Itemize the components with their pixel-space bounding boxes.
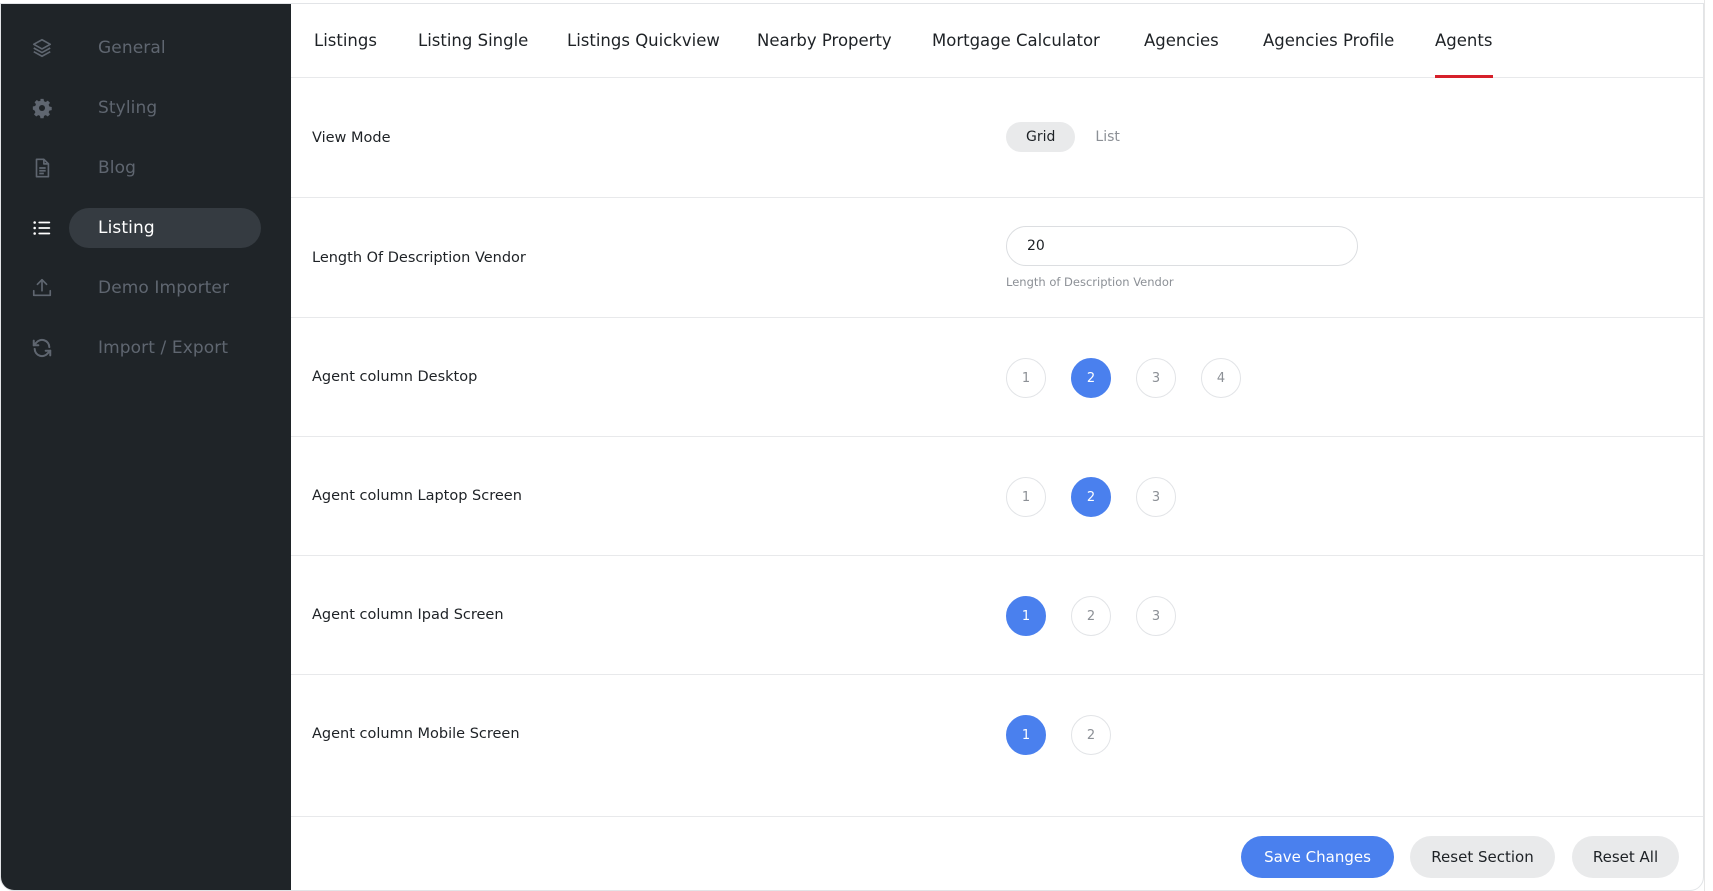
- tab-listings[interactable]: Listings: [314, 31, 377, 50]
- sidebar-item-general[interactable]: General: [1, 28, 291, 68]
- view-mode-list-button[interactable]: List: [1091, 122, 1123, 152]
- tab-mortgage-calculator[interactable]: Mortgage Calculator: [932, 31, 1100, 50]
- sidebar-item-styling[interactable]: Styling: [1, 88, 291, 128]
- laptop-column-option-3[interactable]: 3: [1136, 477, 1176, 517]
- sidebar-item-listing[interactable]: Listing: [1, 208, 291, 248]
- agent-column-ipad-row: Agent column Ipad Screen 1 2 3: [291, 556, 1703, 675]
- desktop-column-option-4[interactable]: 4: [1201, 358, 1241, 398]
- sidebar-item-label: Listing: [98, 218, 155, 238]
- view-mode-label: View Mode: [312, 130, 391, 146]
- sidebar-item-label: Blog: [98, 158, 136, 178]
- tab-agencies[interactable]: Agencies: [1144, 31, 1219, 50]
- description-length-hint: Length of Description Vendor: [1006, 275, 1174, 289]
- tab-listing-single[interactable]: Listing Single: [418, 31, 528, 50]
- options-panel: General Styling Blog Listing Demo Import…: [0, 3, 1704, 891]
- sidebar-item-blog[interactable]: Blog: [1, 148, 291, 188]
- mobile-column-option-1[interactable]: 1: [1006, 715, 1046, 755]
- agent-column-laptop-label: Agent column Laptop Screen: [312, 488, 522, 504]
- sidebar-item-label: Styling: [98, 98, 158, 118]
- mobile-column-option-2[interactable]: 2: [1071, 715, 1111, 755]
- view-mode-toggle: Grid List: [1006, 122, 1124, 152]
- tab-agencies-profile[interactable]: Agencies Profile: [1263, 31, 1394, 50]
- tab-nearby-property[interactable]: Nearby Property: [757, 31, 892, 50]
- sidebar-item-label: Demo Importer: [98, 278, 230, 298]
- desktop-column-option-3[interactable]: 3: [1136, 358, 1176, 398]
- desktop-column-option-2[interactable]: 2: [1071, 358, 1111, 398]
- sidebar: General Styling Blog Listing Demo Import…: [1, 4, 291, 890]
- agent-column-laptop-row: Agent column Laptop Screen 1 2 3: [291, 437, 1703, 556]
- reset-all-button[interactable]: Reset All: [1572, 836, 1679, 878]
- ipad-column-option-2[interactable]: 2: [1071, 596, 1111, 636]
- upload-icon: [31, 277, 53, 299]
- layers-icon: [31, 37, 53, 59]
- agent-column-ipad-label: Agent column Ipad Screen: [312, 607, 504, 623]
- ipad-column-option-3[interactable]: 3: [1136, 596, 1176, 636]
- list-icon: [31, 217, 53, 239]
- tab-listings-quickview[interactable]: Listings Quickview: [567, 31, 720, 50]
- agent-column-mobile-label: Agent column Mobile Screen: [312, 726, 520, 742]
- gear-icon: [31, 97, 53, 119]
- agent-column-desktop-label: Agent column Desktop: [312, 369, 478, 385]
- scrollbar-track[interactable]: [1704, 0, 1713, 891]
- reset-section-button[interactable]: Reset Section: [1410, 836, 1555, 878]
- sidebar-item-label: General: [98, 38, 166, 58]
- ipad-column-option-1[interactable]: 1: [1006, 596, 1046, 636]
- agent-column-mobile-row: Agent column Mobile Screen 1 2: [291, 675, 1703, 817]
- description-length-label: Length Of Description Vendor: [312, 250, 526, 266]
- section-tabs: Listings Listing Single Listings Quickvi…: [291, 4, 1703, 78]
- sidebar-item-label: Import / Export: [98, 338, 229, 358]
- sidebar-item-import-export[interactable]: Import / Export: [1, 328, 291, 368]
- description-length-input[interactable]: [1006, 226, 1358, 266]
- description-length-row: Length Of Description Vendor Length of D…: [291, 198, 1703, 318]
- document-icon: [31, 157, 53, 179]
- sync-icon: [31, 337, 53, 359]
- laptop-column-option-2[interactable]: 2: [1071, 477, 1111, 517]
- laptop-column-option-1[interactable]: 1: [1006, 477, 1046, 517]
- view-mode-row: View Mode Grid List: [291, 78, 1703, 198]
- agent-column-desktop-row: Agent column Desktop 1 2 3 4: [291, 318, 1703, 437]
- save-changes-button[interactable]: Save Changes: [1241, 836, 1394, 878]
- desktop-column-option-1[interactable]: 1: [1006, 358, 1046, 398]
- view-mode-grid-button[interactable]: Grid: [1006, 122, 1076, 152]
- sidebar-item-demo-importer[interactable]: Demo Importer: [1, 268, 291, 308]
- tab-agents[interactable]: Agents: [1435, 31, 1492, 50]
